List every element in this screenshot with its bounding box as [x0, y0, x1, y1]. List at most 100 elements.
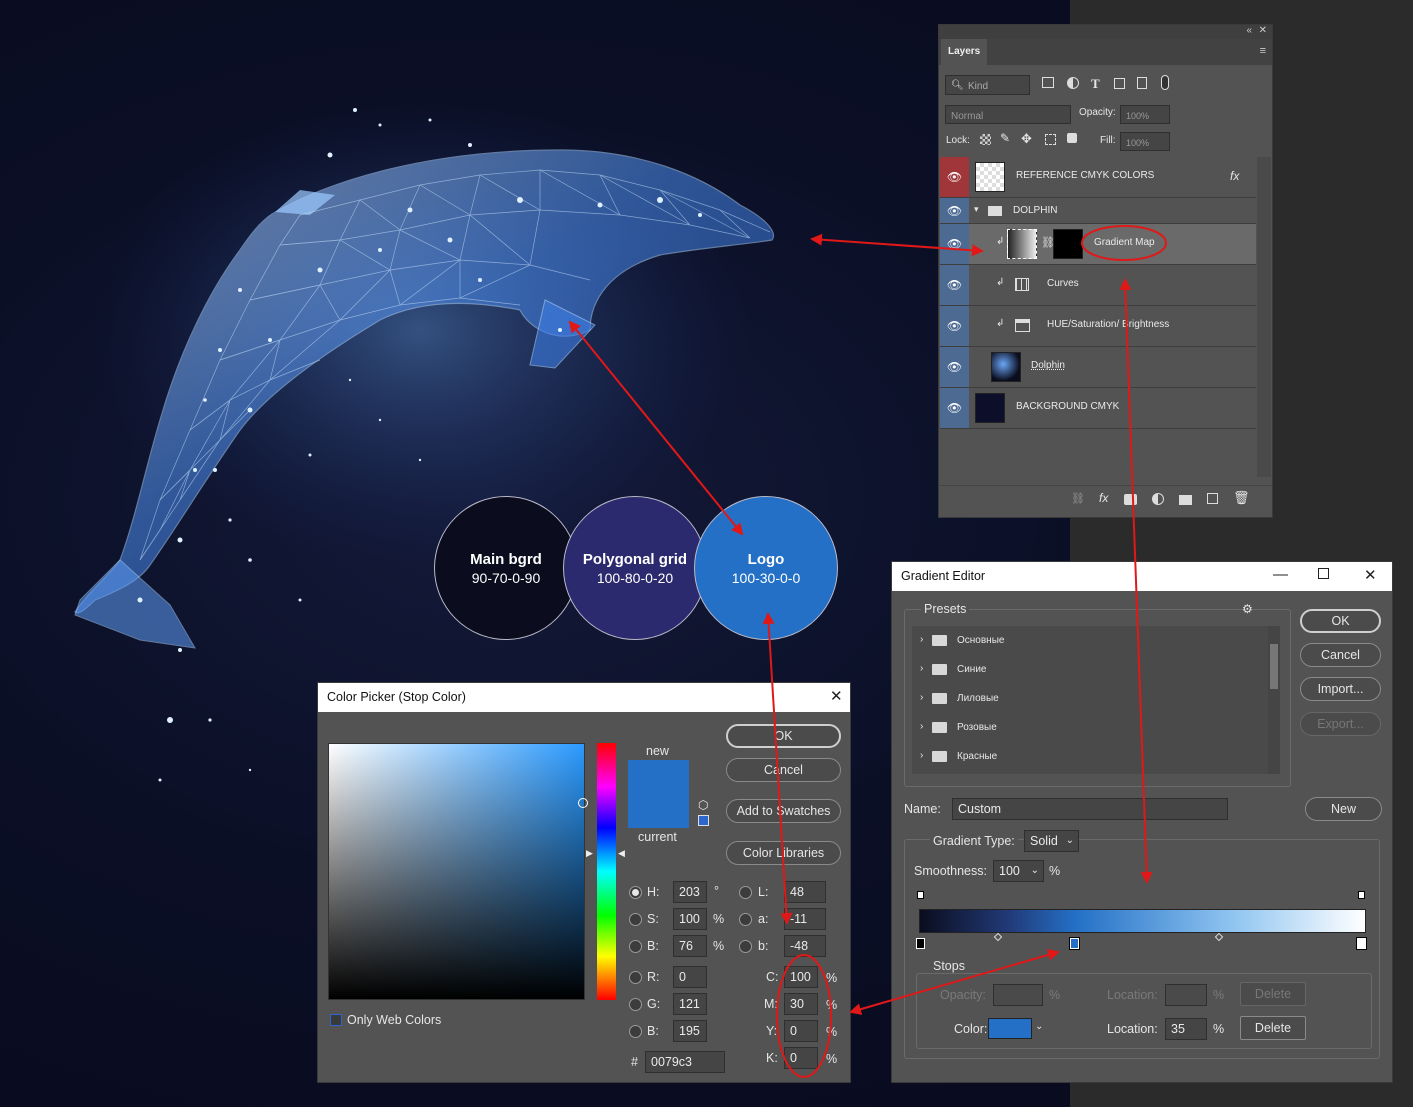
radio-lab-b[interactable]: [739, 940, 752, 953]
magenta-input[interactable]: 30: [784, 993, 818, 1015]
visibility-eye-icon[interactable]: 👁︎: [940, 388, 969, 428]
radio-brightness[interactable]: [629, 940, 642, 953]
radio-green[interactable]: [629, 998, 642, 1011]
close-icon[interactable]: ✕: [1259, 25, 1267, 36]
delete-layer-icon[interactable]: 🗑︎: [1233, 490, 1250, 506]
blue-input[interactable]: 195: [673, 1020, 707, 1042]
layer-hue-saturation[interactable]: 👁︎ ↲ HUE/Saturation/ Brightness: [940, 306, 1256, 347]
radio-lab-l[interactable]: [739, 886, 752, 899]
tab-layers[interactable]: Layers: [941, 39, 987, 65]
presets-scrollbar[interactable]: [1268, 626, 1280, 774]
visibility-eye-icon[interactable]: 👁︎: [940, 306, 969, 346]
cyan-input[interactable]: 100: [784, 966, 818, 988]
visibility-eye-icon[interactable]: 👁︎: [940, 224, 969, 264]
radio-red[interactable]: [629, 971, 642, 984]
color-stop-right[interactable]: [1356, 937, 1367, 950]
gradient-bar[interactable]: [919, 909, 1366, 933]
preset-folder[interactable]: › Красные: [912, 742, 1268, 771]
hue-slider-left-arrow[interactable]: ▶: [586, 848, 593, 859]
link-layers-icon[interactable]: ⛓︎: [1071, 492, 1085, 505]
fill-field[interactable]: 100%: [1120, 132, 1170, 151]
hue-slider-right-arrow[interactable]: ◀: [618, 848, 625, 859]
color-stop-selected[interactable]: [1069, 937, 1080, 950]
new-adjustment-icon[interactable]: [1152, 493, 1164, 505]
smoothness-select[interactable]: 100 ⌄: [993, 860, 1044, 882]
export-button[interactable]: Export...: [1300, 712, 1381, 736]
layer-group-dolphin[interactable]: 👁︎ ▾ DOLPHIN: [940, 198, 1256, 224]
shape-filter-icon[interactable]: [1114, 78, 1125, 89]
pixel-filter-icon[interactable]: [1042, 77, 1054, 88]
color-location-field[interactable]: 35: [1165, 1018, 1207, 1040]
close-icon[interactable]: ✕: [1364, 566, 1377, 584]
visibility-eye-icon[interactable]: 👁︎: [940, 157, 969, 197]
opacity-delete-button[interactable]: Delete: [1240, 982, 1306, 1006]
color-stop-left[interactable]: [916, 938, 925, 949]
opacity-stop-left[interactable]: [917, 891, 924, 899]
lock-move-icon[interactable]: ✥: [1021, 131, 1032, 147]
radio-blue[interactable]: [629, 1025, 642, 1038]
lock-artboard-icon[interactable]: [1045, 134, 1056, 145]
adjustment-filter-icon[interactable]: [1067, 77, 1079, 89]
stop-color-swatch[interactable]: [988, 1018, 1032, 1039]
collapse-icon[interactable]: «: [1246, 25, 1252, 36]
maximize-icon[interactable]: [1318, 568, 1329, 579]
green-input[interactable]: 121: [673, 993, 707, 1015]
only-web-colors-checkbox[interactable]: [330, 1014, 342, 1026]
lab-b-input[interactable]: -48: [784, 935, 826, 957]
hue-input[interactable]: 203: [673, 881, 707, 903]
layer-reference-cmyk[interactable]: 👁︎ REFERENCE CMYK COLORS fx: [940, 157, 1256, 198]
cube-icon[interactable]: ⬡: [698, 798, 708, 812]
visibility-eye-icon[interactable]: 👁︎: [940, 347, 969, 387]
ok-button[interactable]: OK: [1300, 609, 1381, 633]
web-safe-swatch-icon[interactable]: [698, 815, 709, 826]
smartobject-filter-icon[interactable]: [1137, 77, 1147, 89]
gradient-type-select[interactable]: Solid ⌄: [1024, 830, 1079, 852]
filter-kind-select[interactable]: 🔍︎ Kind: [945, 75, 1030, 95]
opacity-location-field[interactable]: [1165, 984, 1207, 1006]
name-input[interactable]: Custom: [952, 798, 1228, 820]
hex-input[interactable]: 0079c3: [645, 1051, 725, 1073]
preset-folder[interactable]: › Лиловые: [912, 684, 1268, 713]
opacity-field[interactable]: 100%: [1120, 105, 1170, 124]
layer-curves[interactable]: 👁︎ ↲ Curves: [940, 265, 1256, 306]
radio-lab-a[interactable]: [739, 913, 752, 926]
opacity-stop-right[interactable]: [1358, 891, 1365, 899]
yellow-input[interactable]: 0: [784, 1020, 818, 1042]
layers-scrollbar[interactable]: [1257, 157, 1271, 477]
color-libraries-button[interactable]: Color Libraries: [726, 841, 841, 865]
filter-toggle-icon[interactable]: [1161, 75, 1169, 90]
stop-opacity-field[interactable]: [993, 984, 1043, 1006]
color-delete-button[interactable]: Delete: [1240, 1016, 1306, 1040]
preset-folder[interactable]: › Основные: [912, 626, 1268, 655]
type-filter-icon[interactable]: T: [1091, 76, 1100, 92]
lab-l-input[interactable]: 48: [784, 881, 826, 903]
gear-icon[interactable]: ⚙︎: [1242, 602, 1253, 616]
ok-button[interactable]: OK: [726, 724, 841, 748]
lock-transparent-icon[interactable]: [980, 134, 991, 145]
preset-folder[interactable]: › Розовые: [912, 713, 1268, 742]
radio-saturation[interactable]: [629, 913, 642, 926]
cancel-button[interactable]: Cancel: [726, 758, 841, 782]
lock-brush-icon[interactable]: ✎: [1000, 131, 1010, 145]
layer-background-cmyk[interactable]: 👁︎ BACKGROUND CMYK: [940, 388, 1256, 429]
visibility-eye-icon[interactable]: 👁︎: [940, 198, 969, 223]
panel-menu-icon[interactable]: ≡: [1260, 45, 1266, 57]
black-input[interactable]: 0: [784, 1047, 818, 1069]
hue-slider[interactable]: [597, 743, 616, 1000]
preset-folder[interactable]: › Синие: [912, 655, 1268, 684]
import-button[interactable]: Import...: [1300, 677, 1381, 701]
new-button[interactable]: New: [1305, 797, 1382, 821]
brightness-input[interactable]: 76: [673, 935, 707, 957]
lab-a-input[interactable]: -11: [784, 908, 826, 930]
add-mask-icon[interactable]: [1124, 494, 1137, 505]
chevron-down-icon[interactable]: ▾: [974, 204, 979, 215]
color-field-cursor[interactable]: [578, 798, 588, 808]
layer-dolphin[interactable]: 👁︎ Dolphin: [940, 347, 1256, 388]
cancel-button[interactable]: Cancel: [1300, 643, 1381, 667]
saturation-input[interactable]: 100: [673, 908, 707, 930]
chevron-down-icon[interactable]: ⌄: [1035, 1021, 1043, 1032]
radio-hue[interactable]: [629, 886, 642, 899]
blend-mode-select[interactable]: Normal: [945, 105, 1071, 124]
visibility-eye-icon[interactable]: 👁︎: [940, 265, 969, 305]
new-layer-icon[interactable]: [1207, 493, 1218, 504]
